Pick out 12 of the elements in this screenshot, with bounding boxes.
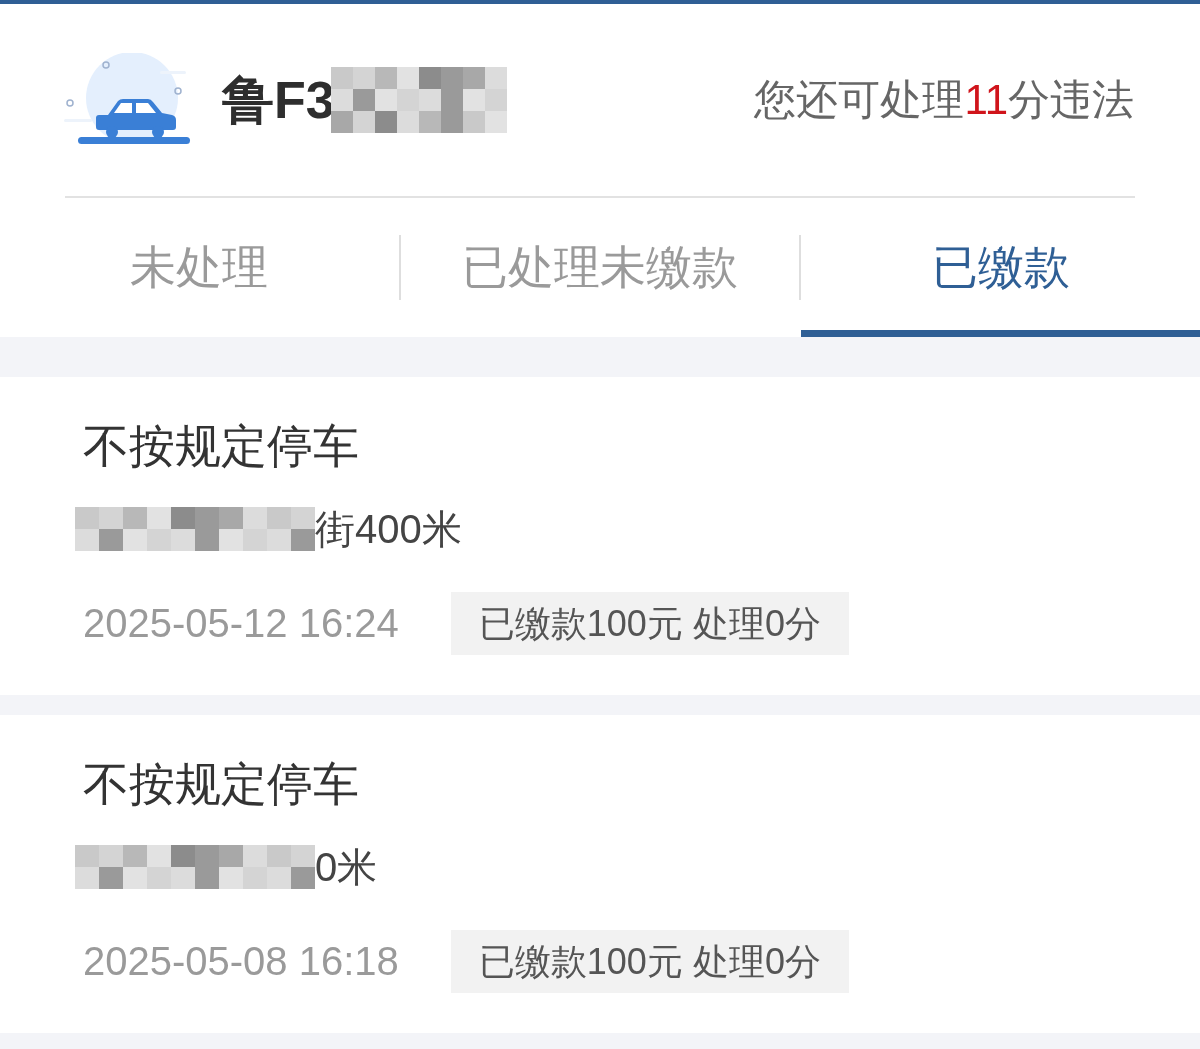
violation-time: 2025-05-08 16:18 [83,939,399,984]
payment-status-tag: 已缴款100元 处理0分 [450,592,849,655]
violation-location: 0米 [315,844,378,891]
license-plate-text: 鲁F3 [222,70,335,131]
violation-location: 街400米 [315,506,462,553]
violation-title: 不按规定停车 [83,757,359,812]
violation-card[interactable]: 不按规定停车 0米 2025-05-08 16:18 已缴款100元 处理0分 [0,715,1200,1033]
violation-quota-text: 您还可处理11分违法 [754,75,1134,125]
violation-time: 2025-05-12 16:24 [83,601,399,646]
payment-status-tag: 已缴款100元 处理0分 [450,930,849,993]
violation-title: 不按规定停车 [83,419,359,474]
violation-card[interactable]: 不按规定停车 街400米 2025-05-12 16:24 已缴款100元 处理0分 [0,377,1200,695]
